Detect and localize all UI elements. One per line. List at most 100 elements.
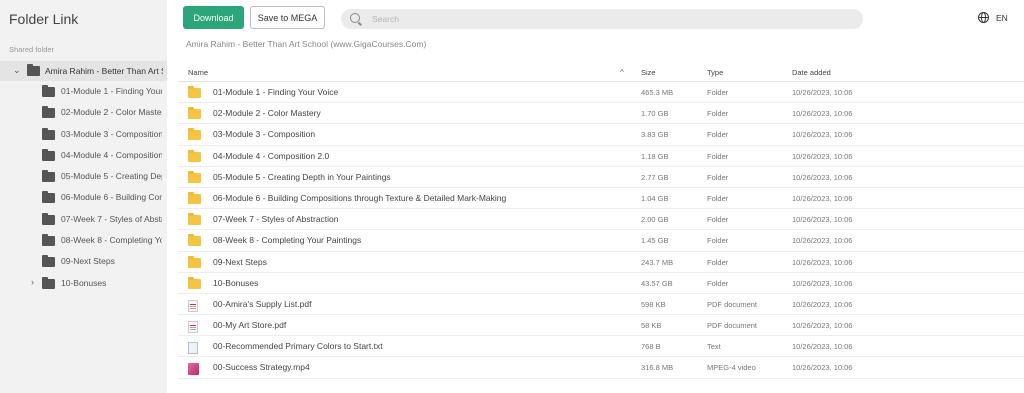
table-header: Name ^ Size Type Date added (178, 62, 1024, 82)
column-header-name[interactable]: Name (188, 68, 208, 77)
file-size: 1.04 GB (641, 193, 669, 203)
file-date-added: 10/26/2023, 10:06 (792, 215, 853, 225)
sidebar-item-module-3[interactable]: 03-Module 3 - Composition (0, 124, 167, 145)
table-body: 01-Module 1 - Finding Your Voice 465.3 MB… (178, 82, 1024, 379)
table-row[interactable]: 00-Amira's Supply List.pdf 598 KB PDF docu… (178, 294, 1024, 316)
folder-icon (42, 212, 55, 225)
sidebar-item-module-5[interactable]: 05-Module 5 - Creating Depth in Your Pai… (0, 166, 167, 187)
language-label: EN (996, 12, 1008, 23)
sort-ascending-icon[interactable]: ^ (620, 68, 624, 77)
sidebar-item-week-7[interactable]: 07-Week 7 - Styles of Abstraction (0, 209, 167, 230)
pdf-icon (188, 299, 198, 312)
file-size: 1.45 GB (641, 236, 669, 246)
file-date-added: 10/26/2023, 10:06 (792, 151, 853, 161)
sidebar-item-label: 02-Module 2 - Color Mastery (61, 107, 162, 118)
table-row[interactable]: 03-Module 3 - Composition 3.83 GB Folder 10… (178, 124, 1024, 146)
breadcrumb: Amira Rahim - Better Than Art School (ww… (186, 39, 427, 49)
search-input[interactable] (372, 12, 672, 26)
search-bar[interactable] (341, 9, 863, 29)
file-name: 00-My Art Store.pdf (213, 320, 287, 331)
file-date-added: 10/26/2023, 10:06 (792, 278, 853, 288)
file-size: 43.57 GB (641, 278, 673, 288)
file-type: Folder (707, 151, 729, 161)
folder-icon (42, 170, 55, 183)
globe-icon (978, 12, 989, 23)
table-row[interactable]: 04-Module 4 - Composition 2.0 1.18 GB Fold… (178, 146, 1024, 167)
file-size: 243.7 MB (641, 257, 674, 267)
language-selector[interactable]: EN (978, 12, 1008, 23)
sidebar-title: Folder Link (9, 11, 79, 27)
file-size: 768 B (641, 342, 661, 352)
table-row[interactable]: 05-Module 5 - Creating Depth in Your Pai… (178, 167, 1024, 188)
column-header-size[interactable]: Size (641, 68, 656, 77)
text-file-icon (188, 342, 198, 355)
sidebar-item-label: 09-Next Steps (61, 256, 115, 267)
table-row[interactable]: 02-Module 2 - Color Mastery 1.70 GB Folder… (178, 103, 1024, 125)
file-name: 01-Module 1 - Finding Your Voice (213, 87, 339, 97)
file-type: Folder (707, 215, 729, 225)
sidebar-item-label: 06-Module 6 - Building Compositions thro… (61, 192, 162, 203)
sidebar-item-module-1[interactable]: 01-Module 1 - Finding Your Voice (0, 81, 167, 102)
table-row[interactable]: 00-Recommended Primary Colors to Start.t… (178, 336, 1024, 358)
file-size: 1.18 GB (641, 151, 669, 161)
folder-icon (42, 276, 55, 289)
pdf-icon (188, 321, 198, 334)
folder-icon (188, 128, 201, 141)
file-type: Folder (707, 130, 729, 140)
chevron-right-icon[interactable]: › (31, 277, 34, 287)
file-date-added: 10/26/2023, 10:06 (792, 130, 853, 140)
table-row[interactable]: 10-Bonuses 43.57 GB Folder 10/26/2023, 10:0… (178, 273, 1024, 294)
folder-icon (188, 149, 201, 162)
file-size: 2.77 GB (641, 172, 669, 182)
file-type: PDF document (707, 299, 758, 309)
column-header-date[interactable]: Date added (792, 68, 831, 77)
file-date-added: 10/26/2023, 10:06 (792, 172, 853, 182)
column-header-type[interactable]: Type (707, 68, 723, 77)
table-row[interactable]: 00-My Art Store.pdf 58 KB PDF document 10/2… (178, 315, 1024, 337)
folder-icon (188, 213, 201, 226)
file-type: MPEG-4 video (707, 363, 756, 373)
folder-icon (188, 170, 201, 183)
file-size: 598 KB (641, 299, 666, 309)
table-row[interactable]: 01-Module 1 - Finding Your Voice 465.3 MB… (178, 82, 1024, 104)
folder-icon (188, 107, 201, 120)
save-to-mega-button[interactable]: Save to MEGA (250, 6, 325, 29)
tree-root-label: Amira Rahim - Better Than Art School (ww… (45, 66, 163, 76)
folder-icon (42, 85, 55, 97)
file-date-added: 10/26/2023, 10:06 (792, 109, 853, 119)
table-row[interactable]: 07-Week 7 - Styles of Abstraction 2.00 GB… (178, 209, 1024, 231)
file-name: 08-Week 8 - Completing Your Paintings (213, 235, 362, 246)
sidebar-item-next-steps[interactable]: 09-Next Steps (0, 251, 167, 272)
table-row[interactable]: 08-Week 8 - Completing Your Paintings 1.4… (178, 230, 1024, 252)
file-name: 00-Amira's Supply List.pdf (213, 298, 312, 309)
file-size: 3.83 GB (641, 130, 669, 140)
sidebar-item-module-2[interactable]: 02-Module 2 - Color Mastery (0, 102, 167, 123)
folder-icon (188, 276, 201, 289)
folder-icon (188, 255, 201, 268)
table-row[interactable]: 06-Module 6 - Building Compositions thro… (178, 188, 1024, 210)
sidebar-item-label: 01-Module 1 - Finding Your Voice (61, 86, 162, 96)
file-date-added: 10/26/2023, 10:06 (792, 299, 853, 309)
file-size: 465.3 MB (641, 88, 674, 97)
folder-icon (42, 255, 55, 268)
file-type: Folder (707, 193, 729, 203)
sidebar-item-bonuses[interactable]: › 10-Bonuses (0, 273, 167, 294)
file-name: 00-Success Strategy.mp4 (213, 362, 310, 373)
file-name: 06-Module 6 - Building Compositions thro… (213, 192, 507, 203)
sidebar-item-module-4[interactable]: 04-Module 4 - Composition 2.0 (0, 145, 167, 166)
file-date-added: 10/26/2023, 10:06 (792, 363, 853, 373)
file-table: Name ^ Size Type Date added 01-Module 1 … (178, 62, 1024, 379)
tree-root-item[interactable]: ⌄ Amira Rahim - Better Than Art School (… (0, 61, 167, 81)
sidebar-item-module-6[interactable]: 06-Module 6 - Building Compositions thro… (0, 187, 167, 208)
file-type: Folder (707, 257, 729, 267)
sidebar-item-week-8[interactable]: 08-Week 8 - Completing Your Paintings (0, 230, 167, 251)
video-file-icon (188, 363, 199, 376)
sidebar: Folder Link Shared folder ⌄ Amira Rahim … (0, 0, 167, 393)
table-row[interactable]: 09-Next Steps 243.7 MB Folder 10/26/2023, 1… (178, 252, 1024, 273)
chevron-down-icon[interactable]: ⌄ (13, 65, 21, 76)
table-row[interactable]: 00-Success Strategy.mp4 316.8 MB MPEG-4 vi… (178, 357, 1024, 379)
file-name: 02-Module 2 - Color Mastery (213, 108, 321, 119)
file-type: Folder (707, 109, 729, 119)
download-button[interactable]: Download (183, 6, 244, 29)
search-icon (350, 13, 360, 23)
